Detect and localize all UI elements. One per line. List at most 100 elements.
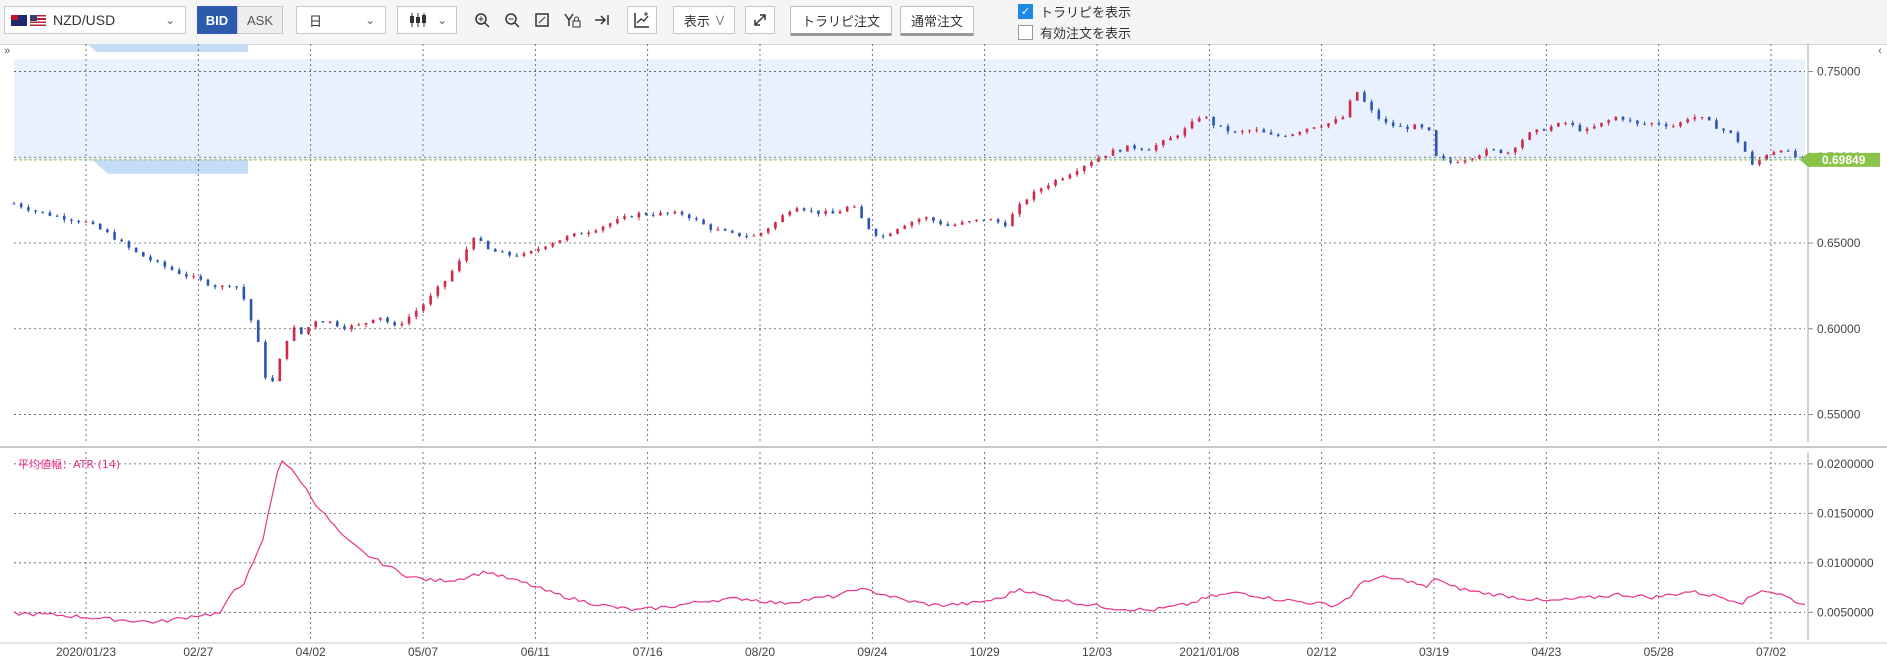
x-tick-label: 07/02 — [1756, 645, 1786, 659]
candle — [1018, 204, 1021, 215]
candle — [1585, 128, 1589, 132]
candle — [1320, 126, 1323, 128]
candle — [192, 276, 195, 278]
candle — [1370, 101, 1373, 111]
candle — [1183, 128, 1187, 136]
candle — [1492, 149, 1496, 151]
candle — [1233, 131, 1237, 133]
candle — [781, 215, 784, 223]
candle — [1715, 120, 1718, 129]
candle — [1241, 131, 1244, 133]
candle — [551, 243, 555, 247]
candle — [422, 304, 425, 311]
candle — [709, 224, 713, 230]
candle — [1592, 126, 1596, 129]
x-tick-label: 03/19 — [1419, 645, 1449, 659]
candle — [134, 247, 138, 253]
range-lower-tab[interactable] — [92, 159, 248, 174]
candle — [924, 217, 928, 220]
candle — [1334, 119, 1338, 124]
candle — [1736, 132, 1740, 142]
candle — [860, 206, 863, 219]
candle — [874, 228, 878, 236]
candle — [429, 295, 432, 305]
candle — [1255, 129, 1258, 131]
candle — [1564, 122, 1567, 124]
candle — [1614, 116, 1618, 121]
candle — [1729, 130, 1733, 133]
candle — [479, 238, 483, 241]
candle — [731, 230, 734, 233]
candle — [1765, 154, 1768, 160]
candle — [70, 219, 73, 221]
candle — [1751, 151, 1754, 165]
candle — [1535, 129, 1539, 133]
candle — [616, 219, 619, 224]
candle — [1061, 178, 1065, 180]
candle — [343, 326, 346, 330]
candle — [19, 203, 23, 208]
candle — [680, 211, 684, 215]
candle — [493, 249, 497, 252]
candle — [1341, 117, 1345, 120]
candle — [1643, 123, 1646, 125]
y-tick-label: 0.65000 — [1817, 236, 1861, 250]
atr-tick-label: 0.0100000 — [1817, 556, 1874, 570]
candle — [824, 211, 827, 214]
candle — [12, 203, 16, 205]
candle — [1140, 148, 1144, 150]
candle — [350, 325, 353, 330]
candle — [407, 316, 411, 324]
candle — [881, 235, 885, 237]
candle — [242, 286, 246, 300]
candle — [1700, 117, 1704, 119]
candle — [1090, 161, 1093, 166]
candle — [163, 261, 167, 267]
candle — [335, 321, 339, 327]
candle — [587, 232, 590, 235]
candle — [1276, 134, 1280, 136]
candle — [716, 229, 720, 231]
candle — [127, 241, 131, 248]
candle — [630, 216, 634, 218]
candle — [838, 211, 842, 214]
candle — [537, 248, 540, 252]
candle — [1384, 118, 1388, 123]
candle — [414, 310, 418, 317]
y-tick-label: 0.60000 — [1817, 322, 1861, 336]
y-tick-label: 0.75000 — [1817, 64, 1861, 78]
candle — [544, 246, 547, 249]
candle — [1772, 152, 1776, 155]
candle — [1743, 141, 1747, 152]
candle — [106, 229, 109, 233]
candle — [436, 286, 440, 296]
candle — [1413, 124, 1417, 130]
candle — [508, 251, 511, 256]
candle — [1542, 129, 1546, 131]
price-axis: 0.750000.700000.650000.600000.55000 — [1807, 44, 1861, 442]
candle — [465, 249, 468, 261]
candle — [917, 219, 921, 222]
candle — [278, 358, 282, 382]
candle — [968, 221, 971, 223]
candle — [185, 273, 188, 277]
candle — [1327, 123, 1330, 127]
candle — [853, 206, 856, 208]
candle — [788, 211, 792, 216]
candle — [1355, 92, 1359, 101]
candle — [1786, 150, 1790, 152]
candle — [529, 251, 533, 254]
candle — [1707, 117, 1711, 121]
candle — [1722, 128, 1725, 131]
candle — [644, 212, 648, 215]
range-upper-tab[interactable] — [88, 44, 248, 52]
candle — [572, 233, 576, 237]
candle — [673, 211, 677, 214]
candle — [1133, 145, 1136, 149]
price-chart[interactable]: 0.750000.700000.650000.600000.55000 0.69… — [0, 0, 1887, 664]
candle — [292, 327, 296, 341]
candle — [1305, 128, 1309, 133]
candle — [687, 214, 691, 219]
atr-tick-label: 0.0050000 — [1817, 605, 1874, 619]
current-price-tag: 0.69849 — [1800, 152, 1880, 167]
